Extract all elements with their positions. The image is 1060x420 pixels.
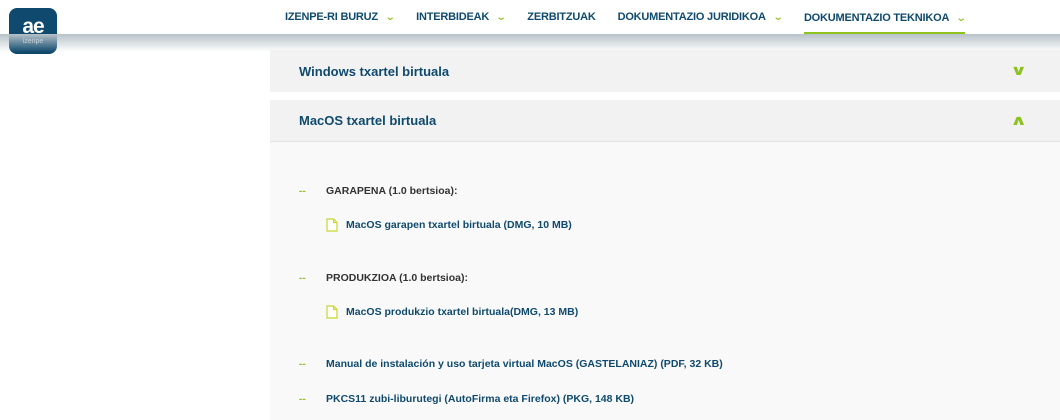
chevron-down-icon: ⌄: [384, 11, 396, 23]
main-content: Windows txartel birtuala ∨ MacOS txartel…: [270, 50, 1060, 420]
manual-link[interactable]: Manual de instalación y uso tarjeta virt…: [326, 358, 723, 370]
nav-item-dokumentazio-juridikoa[interactable]: DOKUMENTAZIO JURIDIKOA ⌄: [617, 0, 784, 34]
download-link-label: MacOS garapen txartel birtuala (DMG, 10 …: [346, 219, 572, 231]
section-heading: GARAPENA (1.0 bertsioa):: [326, 185, 458, 197]
document-icon: [326, 218, 338, 232]
nav-item-label: DOKUMENTAZIO JURIDIKOA: [617, 11, 766, 23]
nav-item-zerbitzuak[interactable]: ZERBITZUAK: [527, 0, 595, 34]
dash-bullet: --: [299, 393, 306, 405]
chevron-down-icon: ⌄: [956, 12, 967, 24]
list-item[interactable]: -- PKCS11 zubi-liburutegi (AutoFirma eta…: [299, 393, 634, 405]
nav-item-dokumentazio-teknikoa[interactable]: DOKUMENTAZIO TEKNIKOA ⌄: [803, 4, 967, 34]
download-link[interactable]: MacOS garapen txartel birtuala (DMG, 10 …: [326, 218, 572, 232]
accordion-header-macos[interactable]: MacOS txartel birtuala ∧: [270, 100, 1060, 142]
list-item: -- PRODUKZIOA (1.0 bertsioa):: [299, 272, 468, 284]
nav-item-label: IZENPE-RI BURUZ: [285, 11, 378, 23]
accordion-title: MacOS txartel birtuala: [299, 113, 437, 128]
nav-item-label: DOKUMENTAZIO TEKNIKOA: [803, 12, 950, 24]
download-link[interactable]: MacOS produkzio txartel birtuala(DMG, 13…: [326, 305, 578, 319]
nav-item-interbideak[interactable]: INTERBIDEAK ⌄: [416, 0, 507, 34]
nav-item-izenpe-ri-buruz[interactable]: IZENPE-RI BURUZ ⌄: [285, 0, 396, 34]
nav-item-label: INTERBIDEAK: [416, 11, 490, 23]
document-icon: [326, 305, 338, 319]
dash-bullet: --: [299, 272, 306, 284]
list-item: -- GARAPENA (1.0 bertsioa):: [299, 185, 457, 197]
accordion-panel-macos: -- GARAPENA (1.0 bertsioa): MacOS garape…: [270, 142, 1060, 420]
accordion-title: Windows txartel birtuala: [299, 63, 450, 79]
nav-item-label: ZERBITZUAK: [527, 11, 596, 23]
chevron-down-icon[interactable]: ∨: [1010, 62, 1027, 79]
section-heading: PRODUKZIOA (1.0 bertsioa):: [326, 272, 468, 284]
download-link-label: MacOS produkzio txartel birtuala(DMG, 13…: [346, 306, 579, 318]
chevron-up-icon[interactable]: ∧: [1010, 112, 1027, 129]
list-item[interactable]: -- Manual de instalación y uso tarjeta v…: [299, 358, 723, 370]
chevron-down-icon: ⌄: [495, 11, 507, 23]
dash-bullet: --: [299, 185, 306, 197]
dash-bullet: --: [299, 358, 306, 370]
pkcs11-link[interactable]: PKCS11 zubi-liburutegi (AutoFirma eta Fi…: [326, 393, 634, 405]
accordion-header-windows[interactable]: Windows txartel birtuala ∨: [270, 50, 1060, 92]
main-navigation: IZENPE-RI BURUZ ⌄ INTERBIDEAK ⌄ ZERBITZU…: [270, 0, 1060, 34]
chevron-down-icon: ⌄: [772, 11, 784, 23]
